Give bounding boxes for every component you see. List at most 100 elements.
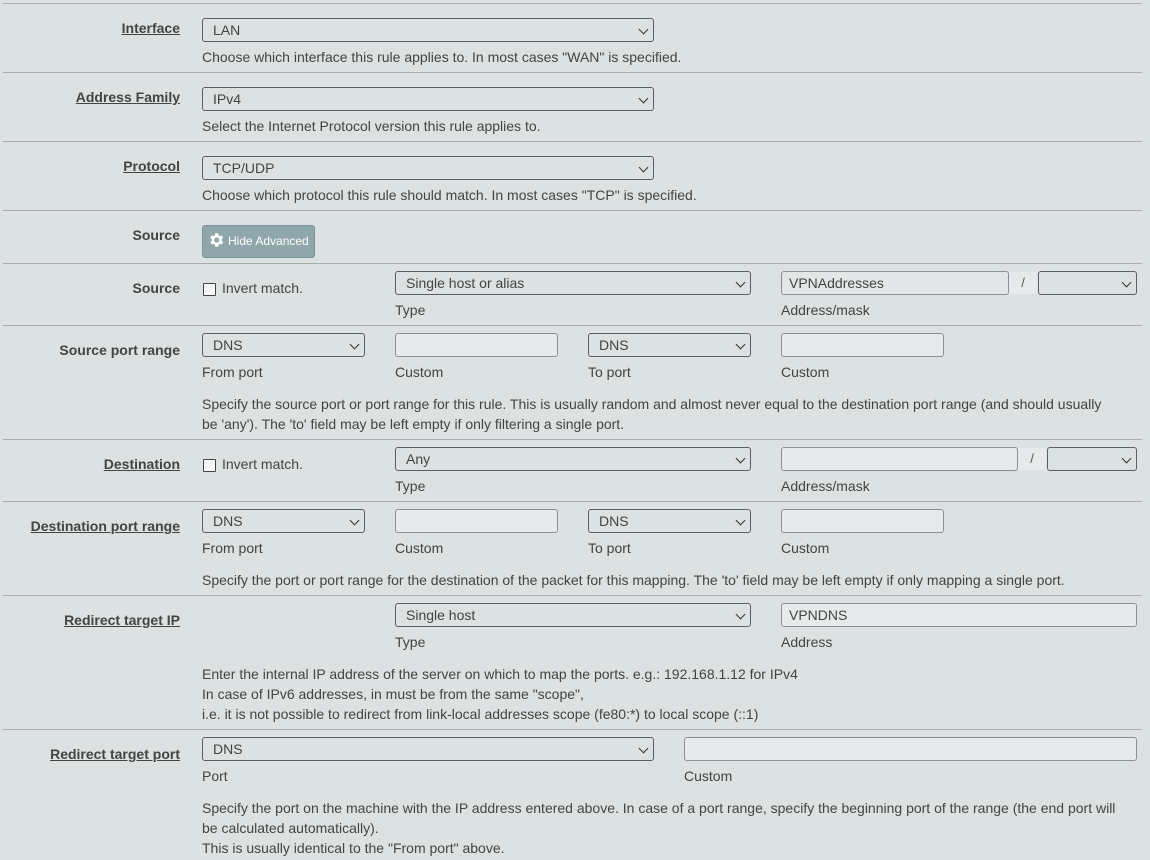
source-from-port-value: DNS [213,337,243,353]
destination-mask-slash: / [1018,448,1046,470]
chevron-down-icon [638,24,649,35]
redirect-target-port-hint: Port [202,768,228,784]
source-from-port-hint: From port [202,364,263,380]
source-address-value: VPNAddresses [789,275,884,291]
redirect-target-address-value: VPNDNS [789,607,848,623]
row-divider [3,325,1142,326]
source-advanced-label: Source [132,227,180,243]
chevron-down-icon [349,339,360,350]
protocol-select[interactable]: TCP/UDP [202,156,654,180]
chevron-down-icon [638,162,649,173]
redirect-target-port-custom-input[interactable] [684,737,1137,761]
source-to-port-select[interactable]: DNS [588,333,751,357]
help-line: i.e. it is not possible to redirect from… [202,706,759,722]
source-address-hint: Address/mask [781,302,870,318]
source-from-custom-hint: Custom [395,364,444,380]
destination-address-input[interactable] [781,447,1018,471]
source-from-port-select[interactable]: DNS [202,333,365,357]
help-line: This is usually identical to the "From p… [202,840,505,856]
redirect-target-type-hint: Type [395,634,426,650]
source-from-port-custom-input[interactable] [395,333,558,357]
row-divider [3,729,1142,730]
gear-icon [210,233,224,248]
destination-to-custom-hint: Custom [781,540,830,556]
interface-select-value: LAN [213,22,241,38]
protocol-select-value: TCP/UDP [213,160,275,176]
destination-to-port-value: DNS [599,513,629,529]
row-divider [3,439,1142,440]
redirect-target-port-help: Specify the port on the machine with the… [202,798,1138,858]
help-line: Specify the port on the machine with the… [202,800,1116,816]
interface-label[interactable]: Interface [122,20,180,36]
source-type-select[interactable]: Single host or alias [395,271,751,295]
destination-from-port-custom-input[interactable] [395,509,558,533]
chevron-down-icon [1121,277,1132,288]
source-port-range-help: Specify the source port or port range fo… [202,394,1138,434]
redirect-target-type-value: Single host [406,607,476,623]
destination-type-hint: Type [395,478,426,494]
interface-help: Choose which interface this rule applies… [202,49,682,65]
interface-select[interactable]: LAN [202,18,654,42]
row-divider [3,263,1142,264]
redirect-target-address-input[interactable]: VPNDNS [781,603,1137,627]
row-divider [3,595,1142,596]
destination-port-range-help: Specify the port or port range for the d… [202,572,1065,588]
destination-from-port-hint: From port [202,540,263,556]
source-invert-checkbox[interactable] [203,283,216,296]
source-to-custom-hint: Custom [781,364,830,380]
address-family-help: Select the Internet Protocol version thi… [202,118,541,134]
row-divider [3,501,1142,502]
hide-advanced-label: Hide Advanced [228,234,309,248]
source-mask-slash: / [1009,272,1037,294]
chevron-down-icon [1121,453,1132,464]
source-type-hint: Type [395,302,426,318]
redirect-target-ip-label[interactable]: Redirect target IP [64,612,180,628]
hide-advanced-button[interactable]: Hide Advanced [202,225,315,258]
redirect-target-port-label[interactable]: Redirect target port [50,746,180,762]
chevron-down-icon [735,515,746,526]
redirect-target-port-value: DNS [213,741,243,757]
redirect-target-port-custom-hint: Custom [684,768,733,784]
destination-label[interactable]: Destination [104,456,180,472]
destination-from-port-select[interactable]: DNS [202,509,365,533]
source-type-value: Single host or alias [406,275,525,291]
destination-from-port-value: DNS [213,513,243,529]
redirect-target-type-select[interactable]: Single host [395,603,751,627]
help-line: In case of IPv6 addresses, in must be fr… [202,686,584,702]
chevron-down-icon [638,93,649,104]
source-address-input[interactable]: VPNAddresses [781,271,1009,295]
destination-invert-label: Invert match. [222,456,303,472]
redirect-target-address-hint: Address [781,634,833,650]
help-line: be calculated automatically). [202,820,379,836]
destination-type-select[interactable]: Any [395,447,751,471]
help-line: be 'any'). The 'to' field may be left em… [202,416,625,432]
chevron-down-icon [735,277,746,288]
chevron-down-icon [735,453,746,464]
row-divider [3,3,1142,4]
destination-mask-select[interactable] [1047,447,1137,471]
destination-address-hint: Address/mask [781,478,870,494]
source-port-range-label: Source port range [59,342,180,358]
address-family-label[interactable]: Address Family [76,89,180,105]
address-family-select[interactable]: IPv4 [202,87,654,111]
row-divider [3,141,1142,142]
destination-to-port-select[interactable]: DNS [588,509,751,533]
chevron-down-icon [349,515,360,526]
chevron-down-icon [735,339,746,350]
chevron-down-icon [638,743,649,754]
row-divider [3,72,1142,73]
destination-type-value: Any [406,451,431,467]
destination-port-range-label[interactable]: Destination port range [31,518,180,534]
destination-to-port-custom-input[interactable] [781,509,944,533]
help-line: Specify the source port or port range fo… [202,396,1102,412]
protocol-label[interactable]: Protocol [123,158,180,174]
chevron-down-icon [735,609,746,620]
source-invert-label: Invert match. [222,280,303,296]
source-mask-select[interactable] [1038,271,1137,295]
redirect-target-port-select[interactable]: DNS [202,737,654,761]
destination-invert-checkbox[interactable] [203,459,216,472]
row-divider [3,210,1142,211]
destination-from-custom-hint: Custom [395,540,444,556]
source-to-port-value: DNS [599,337,629,353]
source-to-port-custom-input[interactable] [781,333,944,357]
